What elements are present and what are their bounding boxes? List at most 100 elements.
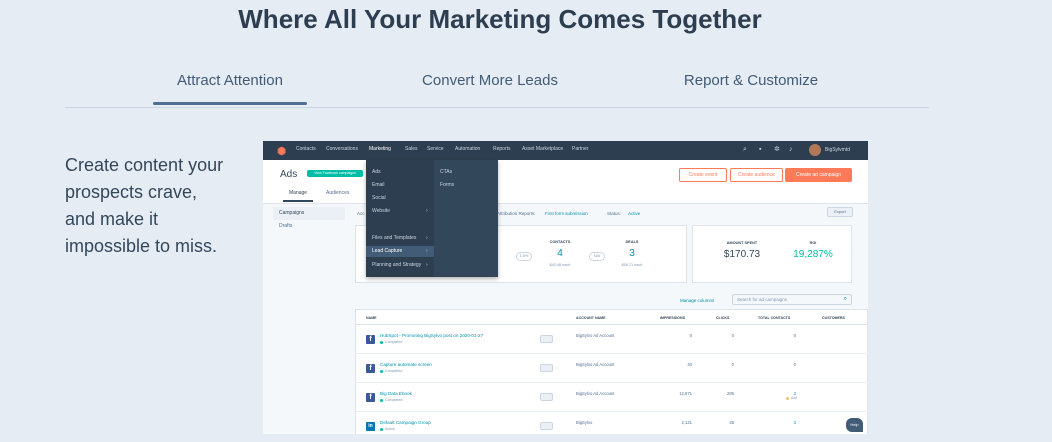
status-dropdown[interactable]: Active [628, 211, 640, 216]
clicks-cell: 285 [727, 391, 734, 396]
campaigns-table: NAME ACCOUNT NAME IMPRESSIONS CLICKS TOT… [355, 309, 868, 434]
clicks-cell: 28 [729, 420, 734, 425]
contacts-value: 4 [557, 248, 563, 259]
create-audience-button[interactable]: Create audience [730, 168, 783, 182]
manage-columns-link[interactable]: Manage columns [680, 298, 714, 303]
account-name-cell: BigSylvo Ad Account [576, 333, 615, 338]
campaign-toggle[interactable] [540, 422, 553, 430]
account-name-cell: BigSylvo [576, 420, 593, 425]
lead-capture-submenu [434, 160, 498, 277]
search-placeholder: Search for ad campaigns [737, 297, 788, 302]
col-header-clicks[interactable]: CLICKS [716, 316, 729, 320]
settings-gear-icon[interactable]: ✲ [774, 146, 781, 153]
table-row[interactable]: in Default Campaign Group Active BigSylv… [356, 412, 868, 434]
app-top-nav: ✺ Contacts Conversations Marketing Sales… [263, 141, 868, 160]
attribution-dropdown[interactable]: First form submission [545, 211, 588, 216]
menu-item-files-templates[interactable]: Files and Templates [372, 235, 416, 241]
col-header-total-contacts[interactable]: TOTAL CONTACTS [758, 316, 790, 320]
marketplace-icon[interactable]: ▪ [759, 146, 766, 153]
search-input[interactable]: Search for ad campaigns ⌕ [732, 294, 852, 305]
avatar[interactable] [809, 144, 821, 156]
product-screenshot: ✺ Contacts Conversations Marketing Sales… [263, 141, 868, 434]
campaign-status: Completed [380, 340, 402, 344]
amount-spent-label: AMOUNT SPENT [726, 241, 758, 245]
menu-item-email[interactable]: Email [372, 182, 385, 188]
campaign-status: Active [380, 427, 395, 431]
col-header-impressions[interactable]: IMPRESSIONS [660, 316, 685, 320]
submenu-item-ctas[interactable]: CTAs [440, 169, 452, 175]
nav-asset-marketplace[interactable]: Asset Marketplace [522, 146, 563, 152]
tab-manage[interactable]: Manage [282, 190, 314, 202]
search-icon[interactable]: ⌕ [743, 146, 750, 153]
submenu-item-forms[interactable]: Forms [440, 182, 454, 188]
tab-audiences[interactable]: Audiences [326, 190, 349, 196]
nav-contacts[interactable]: Contacts [296, 146, 316, 152]
rate-pill: 1.5% [516, 252, 532, 261]
col-header-customers[interactable]: CUSTOMERS [822, 316, 845, 320]
chevron-right-icon: › [426, 262, 428, 268]
campaign-toggle[interactable] [540, 335, 553, 343]
help-button[interactable]: Help [846, 418, 863, 432]
nav-partner[interactable]: Partner [572, 146, 588, 152]
col-header-account[interactable]: ACCOUNT NAME [576, 316, 606, 320]
table-row[interactable]: f Capture automate screen Completed BigS… [356, 354, 868, 383]
export-button[interactable]: Export [827, 207, 853, 217]
feature-tabs: Attract Attention Convert More Leads Rep… [65, 72, 929, 108]
tab-report-customize[interactable]: Report & Customize [665, 72, 837, 89]
search-icon[interactable]: ⌕ [844, 296, 847, 303]
roi-label: ROI [809, 241, 817, 245]
attribution-label: Attribution Reports: [497, 211, 536, 216]
nav-reports[interactable]: Reports [493, 146, 511, 152]
table-row[interactable]: f Big Data Ebook Completed BigSylvo Ad A… [356, 383, 868, 412]
campaign-toggle[interactable] [540, 364, 553, 372]
hubspot-logo-icon: ✺ [277, 146, 287, 158]
impressions-cell: 40 [687, 362, 692, 367]
campaign-name-link[interactable]: Capture automate screen [380, 362, 432, 367]
tab-convert-more-leads[interactable]: Convert More Leads [395, 72, 585, 89]
contacts-sub: Add [786, 396, 797, 400]
table-row[interactable]: f HubSpot - Promoting BigSylvo post on 2… [356, 325, 868, 354]
section-heading: Where All Your Marketing Comes Together [238, 4, 762, 34]
tab-attract-attention[interactable]: Attract Attention [153, 72, 307, 105]
nav-automation[interactable]: Automation [455, 146, 480, 152]
menu-item-planning-strategy[interactable]: Planning and Strategy [372, 262, 421, 268]
menu-item-social[interactable]: Social [372, 195, 386, 201]
clicks-cell: 0 [731, 362, 734, 367]
campaign-name-link[interactable]: HubSpot - Promoting BigSylvo post on 202… [380, 333, 483, 338]
impressions-cell: 0 [689, 333, 692, 338]
nav-sales[interactable]: Sales [405, 146, 418, 152]
tab-description: Create content your prospects crave, and… [65, 155, 224, 256]
menu-item-ads[interactable]: Ads [372, 169, 381, 175]
nav-marketing[interactable]: Marketing [369, 146, 391, 152]
create-ad-campaign-button[interactable]: Create ad campaign [785, 168, 852, 182]
new-badge[interactable]: View Facebook campaigns [307, 170, 363, 177]
contacts-cell[interactable]: 3 [766, 420, 796, 425]
facebook-icon: f [366, 393, 375, 402]
ads-left-nav: Campaigns Drafts [273, 207, 345, 233]
campaign-name-link[interactable]: Big Data Ebook [380, 391, 412, 396]
roi-value: 19,287% [793, 249, 833, 260]
campaign-toggle[interactable] [540, 393, 553, 401]
linkedin-icon: in [366, 422, 375, 431]
page-title: Ads [280, 169, 298, 180]
account-name[interactable]: BigSylvmtd [825, 147, 850, 153]
create-event-button[interactable]: Create event [679, 168, 727, 182]
leftnav-drafts[interactable]: Drafts [273, 220, 345, 233]
col-header-name[interactable]: NAME [366, 316, 377, 320]
nav-service[interactable]: Service [427, 146, 444, 152]
contacts-cost: $42.48 each [549, 263, 571, 267]
status-label: Status: [607, 211, 622, 216]
deals-value: 3 [629, 248, 635, 259]
leftnav-campaigns[interactable]: Campaigns [273, 207, 345, 220]
contacts-label: CONTACTS [549, 240, 571, 244]
campaign-name-link[interactable]: Default Campaign Group [380, 420, 431, 425]
amount-spent-value: $170.73 [723, 249, 761, 260]
notifications-bell-icon[interactable]: ♪ [789, 146, 796, 153]
nav-conversations[interactable]: Conversations [326, 146, 358, 152]
menu-item-website[interactable]: Website [372, 208, 390, 214]
account-filter-label[interactable]: Acc [357, 211, 365, 216]
menu-item-lead-capture[interactable]: Lead Capture [366, 246, 434, 257]
chevron-right-icon: › [426, 248, 428, 254]
deals-label: DEALS [625, 240, 639, 244]
rate-pill: N/A [589, 252, 605, 261]
